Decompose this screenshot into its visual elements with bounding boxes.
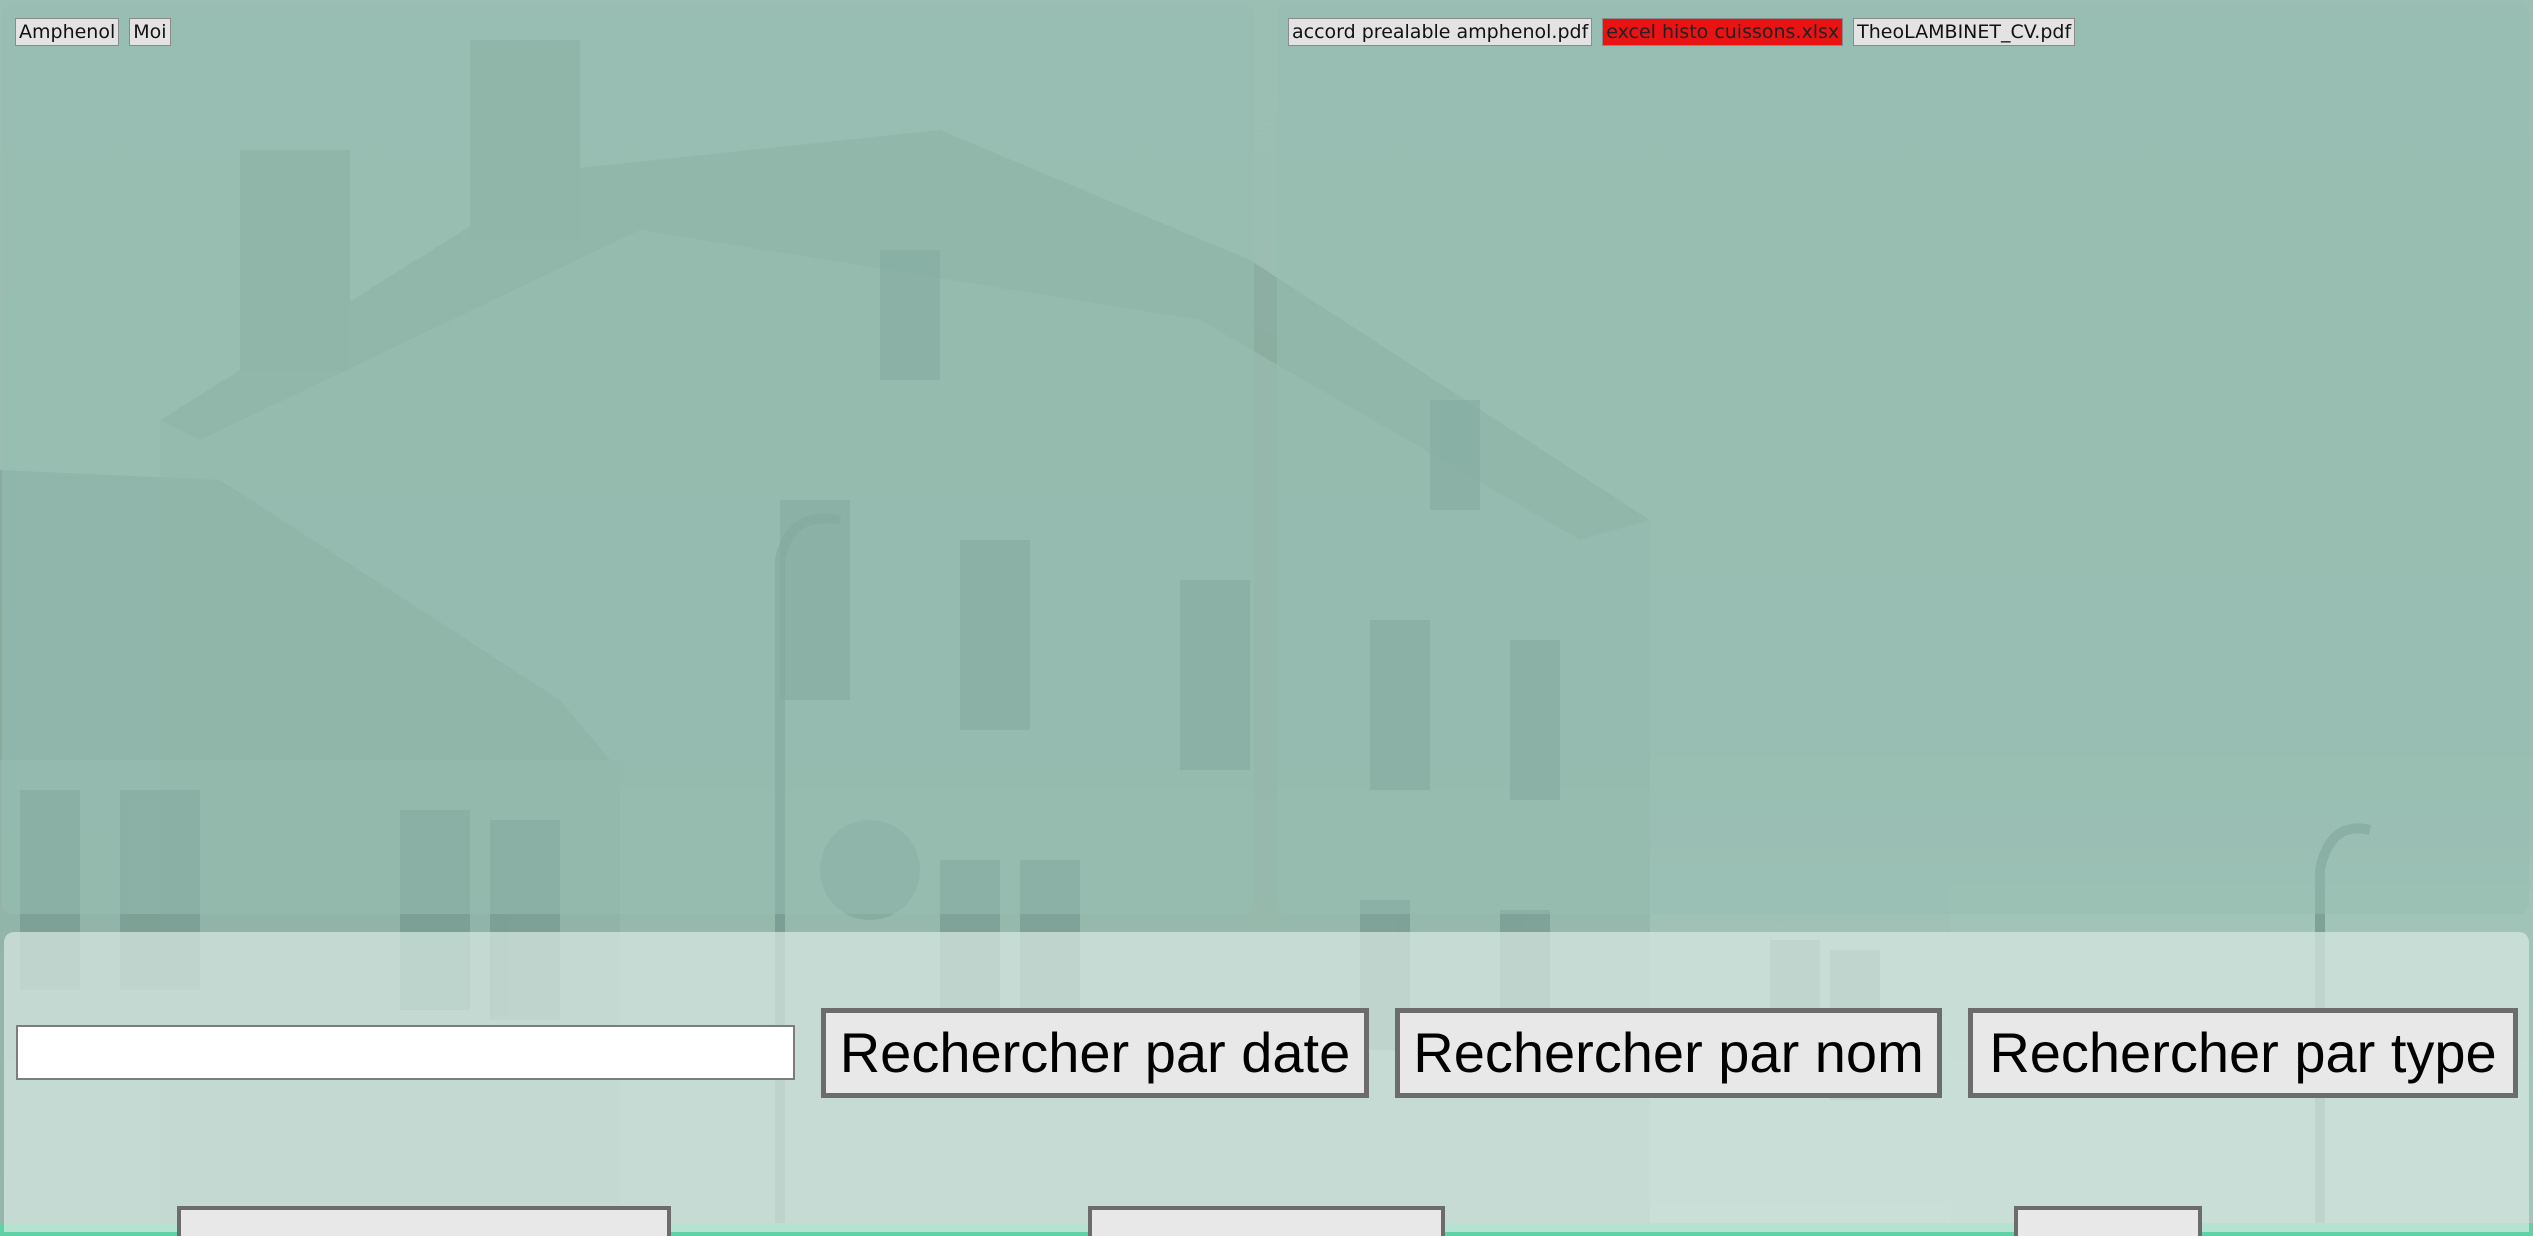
folder-item-moi[interactable]: Moi bbox=[129, 18, 171, 46]
file-item-accord-prealable[interactable]: accord prealable amphenol.pdf bbox=[1288, 18, 1593, 46]
folder-list: Amphenol Moi bbox=[15, 18, 171, 46]
bottom-button-2[interactable] bbox=[1088, 1206, 1445, 1236]
search-by-date-button[interactable]: Rechercher par date bbox=[821, 1008, 1369, 1098]
files-panel bbox=[1277, 4, 2529, 914]
folders-panel bbox=[2, 4, 1254, 914]
file-item-excel-histo-cuissons[interactable]: excel histo cuissons.xlsx bbox=[1602, 18, 1844, 46]
file-item-theo-cv[interactable]: TheoLAMBINET_CV.pdf bbox=[1853, 18, 2076, 46]
bottom-button-3[interactable] bbox=[2014, 1206, 2202, 1236]
search-by-type-button[interactable]: Rechercher par type bbox=[1968, 1008, 2518, 1098]
search-by-name-button[interactable]: Rechercher par nom bbox=[1395, 1008, 1942, 1098]
bottom-button-1[interactable] bbox=[177, 1206, 671, 1236]
folder-item-amphenol[interactable]: Amphenol bbox=[15, 18, 120, 46]
file-list: accord prealable amphenol.pdf excel hist… bbox=[1288, 18, 2076, 46]
search-input[interactable] bbox=[16, 1025, 795, 1080]
